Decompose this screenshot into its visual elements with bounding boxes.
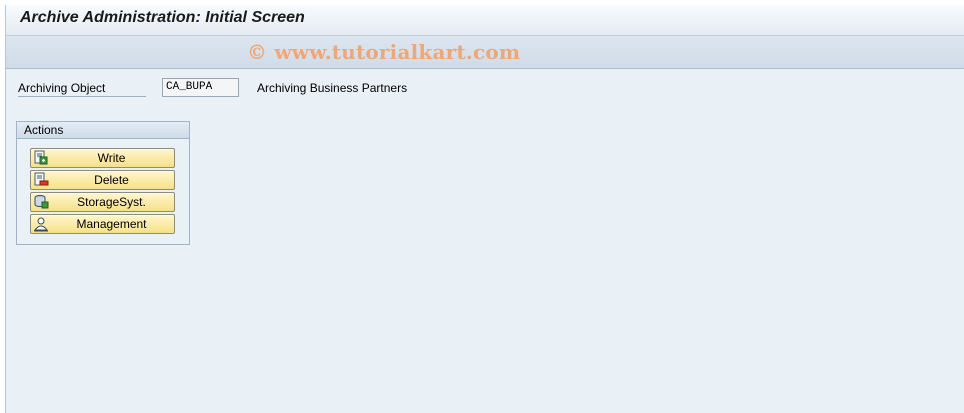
management-button[interactable]: Management	[30, 214, 175, 234]
application-toolbar: © www.tutorialkart.com	[6, 36, 964, 69]
write-button[interactable]: Write	[30, 148, 175, 168]
management-button-label: Management	[76, 217, 147, 231]
page-title: Archive Administration: Initial Screen	[20, 9, 305, 26]
archiving-object-description: Archiving Business Partners	[257, 81, 408, 95]
watermark: © www.tutorialkart.com	[247, 40, 521, 64]
delete-button-label: Delete	[94, 173, 129, 187]
storage-system-button-label: StorageSyst.	[77, 195, 146, 209]
archiving-object-label: Archiving Object	[18, 81, 146, 97]
write-button-label: Write	[97, 151, 126, 165]
delete-icon	[34, 172, 49, 186]
delete-button[interactable]: Delete	[30, 170, 175, 190]
actions-group: Actions Write Delete StorageSyst. Manage…	[16, 121, 190, 245]
actions-group-title: Actions	[17, 122, 189, 139]
management-icon	[33, 217, 49, 232]
archiving-object-input[interactable]: CA_BUPA	[162, 78, 239, 97]
main-window: Archive Administration: Initial Screen ©…	[5, 5, 964, 413]
storage-system-button[interactable]: StorageSyst.	[30, 192, 175, 212]
write-icon	[34, 150, 48, 165]
title-bar: Archive Administration: Initial Screen	[6, 5, 964, 36]
storage-system-icon	[34, 195, 49, 209]
